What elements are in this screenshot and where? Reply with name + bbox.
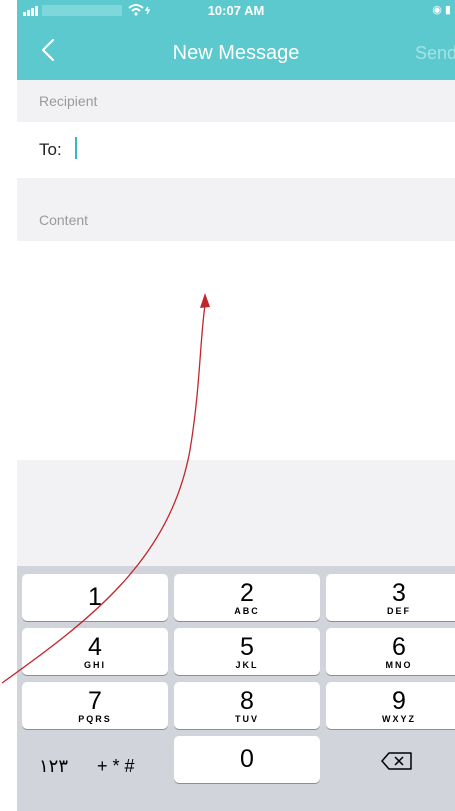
navigation-bar: New Message Send	[17, 20, 455, 80]
to-label: To:	[39, 140, 62, 159]
content-section-label: Content	[39, 212, 89, 228]
key-letters: GHI	[83, 660, 106, 670]
phone-screen: 10:07 AM ◉ ▮ New Message Send Recipient …	[17, 0, 455, 811]
key-3[interactable]: 3 DEF	[326, 574, 455, 621]
key-5[interactable]: 5 JKL	[174, 628, 320, 675]
key-2[interactable]: 2 ABC	[174, 574, 320, 621]
key-digit: 2	[240, 579, 254, 607]
key-digit: 6	[392, 633, 406, 661]
key-digit: 7	[88, 687, 102, 715]
key-digit: 1	[88, 583, 102, 611]
recipient-section-label: Recipient	[39, 93, 98, 109]
key-7[interactable]: 7 PQRS	[22, 682, 168, 729]
key-letters: WXYZ	[382, 714, 416, 724]
key-letters: TUV	[235, 714, 259, 724]
key-digit: 5	[240, 633, 254, 661]
key-1[interactable]: 1	[22, 574, 168, 621]
backspace-icon[interactable]	[379, 748, 419, 774]
key-letters: ABC	[234, 606, 260, 616]
key-digit: 8	[240, 687, 254, 715]
key-0[interactable]: 0	[174, 736, 320, 783]
arabic-numerals-key[interactable]: ١٢٣	[39, 756, 68, 777]
key-digit: 9	[392, 687, 406, 715]
status-bar: 10:07 AM ◉ ▮	[17, 0, 455, 20]
symbols-key[interactable]: + * #	[97, 756, 135, 777]
key-digit: 3	[392, 579, 406, 607]
message-content-input[interactable]	[17, 241, 455, 460]
key-letters: DEF	[387, 606, 411, 616]
numeric-keypad: 1 2 ABC 3 DEF 4 GHI 5 JKL 6 MNO 7 PQRS 8	[17, 566, 455, 811]
key-letters: PQRS	[78, 714, 112, 724]
key-8[interactable]: 8 TUV	[174, 682, 320, 729]
page-title: New Message	[172, 42, 300, 64]
status-time: 10:07 AM	[207, 3, 265, 18]
key-letters: JKL	[235, 660, 259, 670]
send-button[interactable]: Send	[415, 43, 455, 64]
key-9[interactable]: 9 WXYZ	[326, 682, 455, 729]
key-digit: 4	[88, 633, 102, 661]
key-6[interactable]: 6 MNO	[326, 628, 455, 675]
key-4[interactable]: 4 GHI	[22, 628, 168, 675]
battery-icon: ◉ ▮	[432, 4, 451, 16]
key-letters: MNO	[385, 660, 413, 670]
key-digit: 0	[240, 745, 254, 773]
text-cursor	[75, 137, 77, 159]
recipient-field[interactable]: To:	[17, 122, 455, 178]
